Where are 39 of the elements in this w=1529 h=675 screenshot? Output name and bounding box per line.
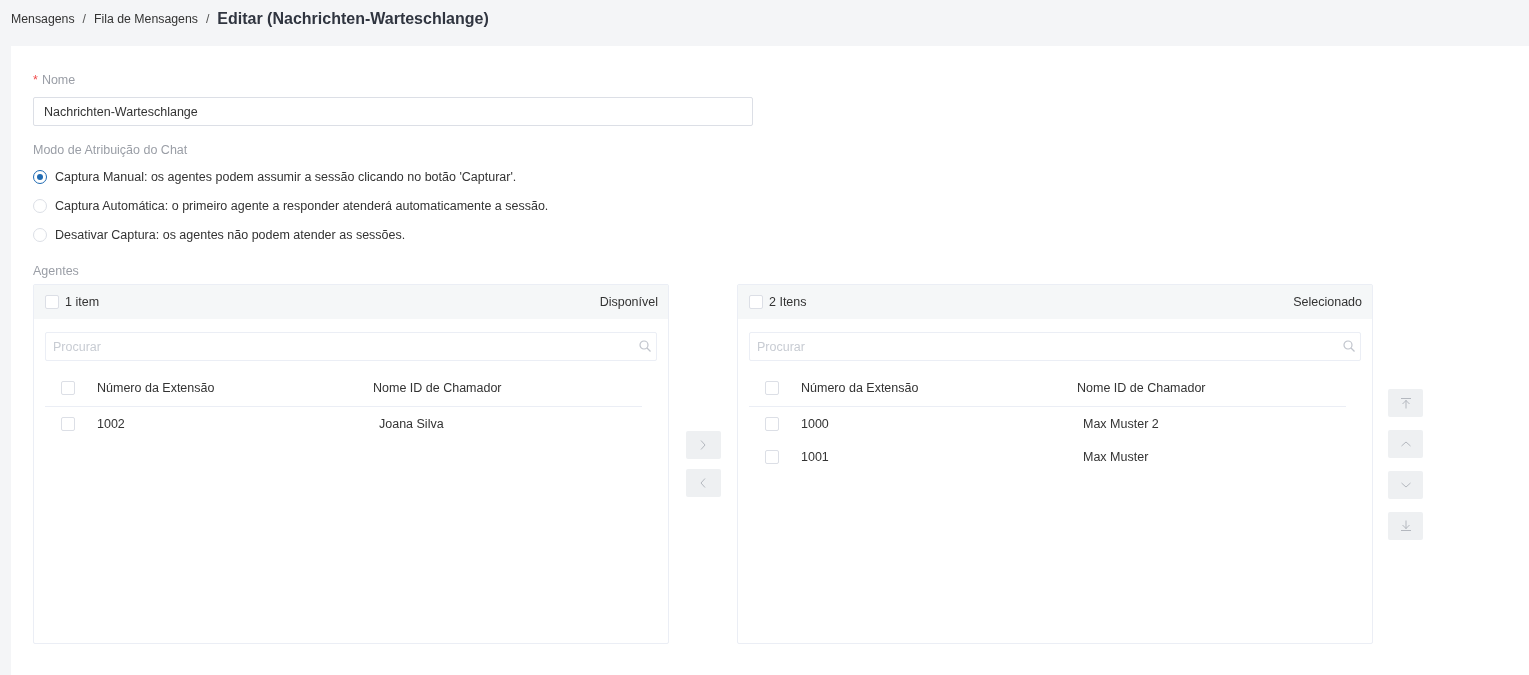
table-cell: Joana Silva	[379, 416, 444, 431]
search-icon	[1343, 340, 1355, 352]
table-cell: 1000	[801, 416, 829, 431]
column-header: Número da Extensão	[801, 381, 919, 395]
radio-label: Desativar Captura: os agentes não podem atender as sessões.	[55, 227, 406, 242]
panel-title: Selecionado	[1293, 295, 1362, 309]
header-checkbox[interactable]	[765, 381, 779, 395]
breadcrumb-separator: /	[205, 11, 210, 26]
panel-title: Disponível	[599, 295, 658, 309]
row-checkbox[interactable]	[765, 449, 779, 464]
field-label: Agentes	[33, 263, 79, 279]
breadcrumb-link[interactable]: Mensagens	[11, 11, 75, 26]
item-count: 2 Itens	[769, 295, 807, 309]
item-count: 1 item	[65, 295, 100, 309]
table-cell: Max Muster	[1083, 449, 1149, 464]
breadcrumb-link[interactable]: Fila de Mensagens	[94, 11, 198, 26]
page-title: Editar (Nachrichten-Warteschlange)	[217, 9, 489, 28]
search-icon	[639, 340, 651, 352]
radio-label: Captura Automática: o primeiro agente a responder atenderá automaticamente a sessão.	[55, 198, 549, 213]
select-all-checkbox[interactable]	[45, 295, 59, 309]
radio-button[interactable]	[33, 169, 47, 184]
row-checkbox[interactable]	[765, 416, 779, 431]
table-cell: Max Muster 2	[1083, 416, 1159, 431]
arrow-to-top-icon	[1399, 396, 1412, 409]
column-header: Nome ID de Chamador	[1077, 381, 1206, 395]
column-header: Nome ID de Chamador	[373, 381, 502, 395]
field-label: Nome	[41, 72, 76, 88]
breadcrumb-separator: /	[82, 11, 86, 26]
radio-label: Captura Manual: os agentes podem assumir a sessão clicando no botão 'Capturar'.	[55, 169, 517, 184]
arrow-to-bottom-icon	[1399, 519, 1412, 532]
select-all-checkbox[interactable]	[749, 295, 763, 309]
column-header: Número da Extensão	[97, 381, 215, 395]
table-cell: 1002	[97, 416, 125, 431]
required-asterisk: *	[33, 72, 38, 88]
row-checkbox[interactable]	[61, 416, 75, 431]
header-checkbox[interactable]	[61, 381, 75, 395]
field-label: Modo de Atribuição do Chat	[33, 142, 188, 158]
table-cell: 1001	[801, 449, 829, 464]
name-input[interactable]: Nachrichten-Warteschlange	[33, 97, 753, 126]
